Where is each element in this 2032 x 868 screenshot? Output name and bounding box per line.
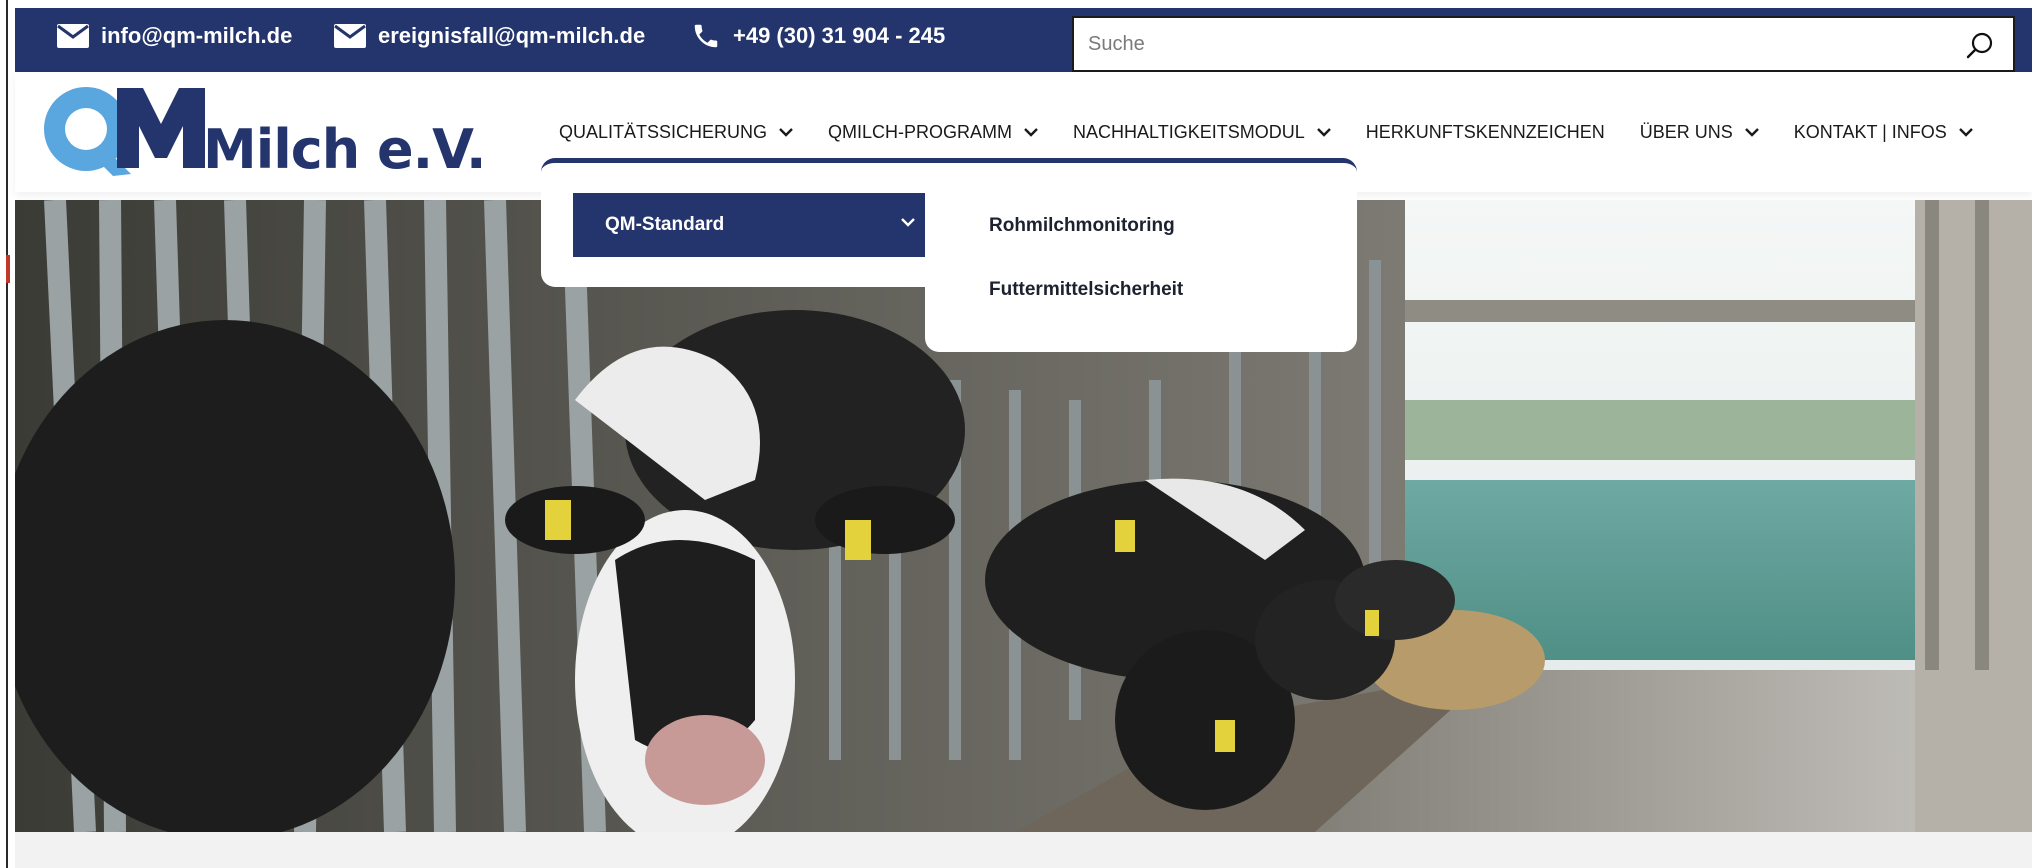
- submenu-futtermittelsicherheit[interactable]: Futtermittelsicherheit: [989, 279, 1183, 301]
- page-edge: [0, 0, 8, 868]
- phone-icon: [694, 24, 718, 48]
- nav-label: QUALITÄTSSICHERUNG: [559, 121, 768, 142]
- email-info-text: info@qm-milch.de: [101, 23, 293, 48]
- nav-ueber-uns[interactable]: ÜBER UNS: [1640, 122, 1759, 143]
- dropdown-menu-level1: QM-Standard: [541, 158, 937, 287]
- nav-herkunftskennzeichen[interactable]: HERKUNFTSKENNZEICHEN: [1366, 122, 1605, 143]
- chevron-down-icon: [779, 128, 793, 137]
- chevron-down-icon: [1958, 128, 1973, 137]
- search-box: [1072, 16, 2015, 72]
- dropdown-submenu: Rohmilchmonitoring Futtermittelsicherhei…: [925, 158, 1357, 352]
- email-ereignisfall-text: ereignisfall@qm-milch.de: [378, 23, 646, 48]
- logo[interactable]: QM Milch e.V.: [31, 86, 501, 191]
- logo-milch-text: Milch e.V.: [203, 118, 486, 181]
- nav-label: QMILCH-PROGRAMM: [828, 121, 1013, 142]
- nav-label: ÜBER UNS: [1639, 121, 1733, 142]
- phone-text: +49 (30) 31 904 - 245: [733, 23, 946, 48]
- email-link-ereignisfall[interactable]: ereignisfall@qm-milch.de: [334, 8, 645, 64]
- page-background-strip: [15, 832, 2032, 868]
- search-input[interactable]: [1074, 18, 1950, 70]
- phone-link[interactable]: +49 (30) 31 904 - 245: [691, 8, 945, 64]
- nav-label: KONTAKT | INFOS: [1793, 121, 1947, 142]
- dropdown-item-label: QM-Standard: [605, 214, 725, 235]
- chevron-down-icon: [901, 218, 915, 227]
- page-edge-marker: [6, 255, 10, 283]
- nav-label: HERKUNFTSKENNZEICHEN: [1365, 121, 1605, 142]
- submenu-rohmilchmonitoring[interactable]: Rohmilchmonitoring: [989, 215, 1175, 237]
- chevron-down-icon: [1744, 128, 1759, 137]
- chevron-down-icon: [1316, 128, 1331, 137]
- mail-icon: [57, 24, 89, 48]
- nav-kontakt-infos[interactable]: KONTAKT | INFOS: [1794, 122, 1973, 143]
- mail-icon: [334, 24, 366, 48]
- nav-qmilch-programm[interactable]: QMILCH-PROGRAMM: [828, 122, 1038, 143]
- search-icon[interactable]: [1965, 31, 1995, 61]
- nav-qualitaetssicherung[interactable]: QUALITÄTSSICHERUNG: [559, 122, 793, 143]
- chevron-down-icon: [1024, 128, 1038, 137]
- dropdown-item-qm-standard[interactable]: QM-Standard: [573, 193, 937, 257]
- nav-nachhaltigkeitsmodul[interactable]: NACHHALTIGKEITSMODUL: [1073, 122, 1331, 143]
- email-link-info[interactable]: info@qm-milch.de: [57, 8, 292, 64]
- nav-label: NACHHALTIGKEITSMODUL: [1073, 121, 1305, 142]
- top-contact-bar: info@qm-milch.de ereignisfall@qm-milch.d…: [15, 8, 2032, 72]
